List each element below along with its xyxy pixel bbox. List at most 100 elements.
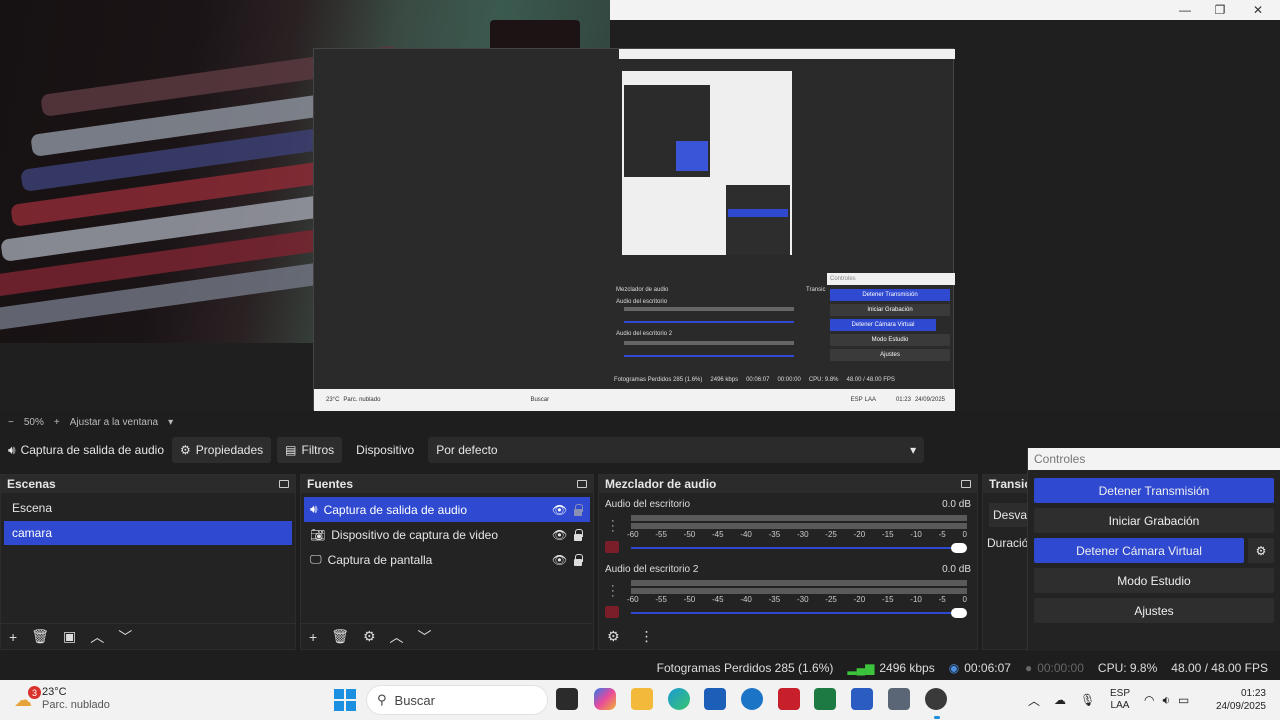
lock-icon[interactable] xyxy=(572,503,584,516)
volume-fader[interactable] xyxy=(631,543,967,553)
notification-badge: 3 xyxy=(28,686,41,699)
chevron-down-icon: ▾ xyxy=(910,443,917,457)
minimize-icon[interactable]: — xyxy=(1165,0,1205,20)
cloud-icon[interactable]: ☁ xyxy=(1054,693,1066,707)
obs-icon[interactable] xyxy=(925,688,947,710)
volume-meter xyxy=(631,588,967,594)
language-indicator[interactable]: ESP LAA xyxy=(1110,680,1130,720)
edge-icon[interactable] xyxy=(668,688,690,710)
gear-icon[interactable]: ⚙ xyxy=(363,628,376,645)
mixer-channel-2: Audio del escritorio 2 0.0 dB · · · -60 -55… xyxy=(605,564,971,624)
sources-title: Fuentes xyxy=(307,477,354,491)
eye-icon[interactable]: 👁︎ xyxy=(552,553,567,567)
fader-knob[interactable] xyxy=(951,543,967,553)
start-record-button[interactable]: Iniciar Grabación xyxy=(1034,508,1274,533)
kebab-icon[interactable]: ⋮ xyxy=(640,628,654,645)
settings-button[interactable]: Ajustes xyxy=(1034,598,1274,623)
scale-tick: -45 xyxy=(711,530,724,539)
properties-button[interactable]: ⚙ Propiedades xyxy=(172,437,272,463)
nested-status-fps: 48.00 / 48.00 FPS xyxy=(846,377,895,383)
filters-button[interactable]: ▤ Filtros xyxy=(277,437,343,463)
chevron-down-icon[interactable]: ▾ xyxy=(168,417,173,428)
word-icon[interactable] xyxy=(851,688,873,710)
windows-start-icon[interactable] xyxy=(334,689,356,711)
taskbar-search[interactable]: ⚲ Buscar xyxy=(366,685,548,715)
microphone-icon[interactable]: 🎙︎ xyxy=(1080,693,1095,707)
mute-toggle[interactable] xyxy=(605,541,619,553)
device-select[interactable]: Por defecto ▾ xyxy=(428,437,925,463)
device-label: Dispositivo xyxy=(356,443,415,457)
scale-tick: -60 xyxy=(627,530,639,539)
zoom-in-button[interactable]: + xyxy=(54,417,60,428)
restore-icon[interactable]: ❐ xyxy=(1200,0,1240,20)
trash-icon[interactable]: 🗑︎ xyxy=(331,628,349,645)
scene-item-selected[interactable]: camara xyxy=(4,521,292,545)
eye-icon[interactable]: 👁︎ xyxy=(552,503,567,517)
nested-status-time: 00:06:07 xyxy=(746,377,770,383)
popout-icon[interactable] xyxy=(961,480,971,488)
scene-item[interactable]: Escena xyxy=(4,496,292,520)
zoom-out-button[interactable]: − xyxy=(8,417,14,428)
active-app-indicator xyxy=(934,716,940,719)
volume-fader[interactable] xyxy=(631,608,967,618)
kebab-icon[interactable]: · · · xyxy=(611,581,615,602)
scale-tick: -40 xyxy=(740,595,752,604)
close-icon[interactable]: ✕ xyxy=(1238,0,1278,20)
scale-tick: -5 xyxy=(938,595,946,604)
mute-toggle[interactable] xyxy=(605,606,619,618)
store-icon[interactable] xyxy=(704,688,726,710)
weather-widget-icon[interactable]: ☁ 3 xyxy=(14,686,41,712)
clock[interactable]: 01:23 24/09/2025 xyxy=(1210,680,1266,720)
fader-knob[interactable] xyxy=(951,608,967,618)
lock-icon[interactable] xyxy=(572,553,584,566)
add-icon[interactable]: + xyxy=(9,629,17,645)
file-explorer-icon[interactable] xyxy=(631,688,653,710)
source-item-screen-capture[interactable]: 🖵︎ Captura de pantalla 👁︎ xyxy=(304,547,590,572)
transitions-title: Transic xyxy=(989,477,1032,491)
popout-icon[interactable] xyxy=(279,480,289,488)
chevron-up-icon[interactable]: ︿ xyxy=(1028,692,1040,709)
weather-text[interactable]: 23°C Parc. nublado xyxy=(42,686,110,712)
studio-mode-button[interactable]: Modo Estudio xyxy=(1034,568,1274,593)
lock-icon[interactable] xyxy=(572,528,584,541)
nested-ch2: Audio del escritorio 2 xyxy=(616,331,673,337)
mcafee-icon[interactable] xyxy=(778,688,800,710)
scale-tick: -30 xyxy=(796,595,809,604)
filter-icon[interactable]: ▣ xyxy=(63,628,76,645)
lang-code: ESP xyxy=(1110,688,1131,699)
broadcast-icon: ◉ xyxy=(948,661,960,675)
scale-tick: -50 xyxy=(683,530,696,539)
popout-icon[interactable] xyxy=(577,480,587,488)
nested-temp: 23°C xyxy=(326,397,340,403)
calculator-icon[interactable] xyxy=(888,688,910,710)
stop-stream-button[interactable]: Detener Transmisión xyxy=(1034,478,1274,503)
virtual-camera-settings-button[interactable]: ⚙ xyxy=(1248,538,1274,563)
nested-transitions-title: Transic xyxy=(806,287,826,293)
move-down-icon[interactable]: ﹀ xyxy=(418,627,432,647)
system-tray: ︿ ☁ 🎙︎ xyxy=(1028,680,1095,720)
fit-window-option[interactable]: Ajustar a la ventana xyxy=(70,417,158,428)
gear-icon[interactable]: ⚙ xyxy=(607,628,620,645)
excel-icon[interactable] xyxy=(814,688,836,710)
add-icon[interactable]: + xyxy=(309,629,317,645)
source-item-video-capture[interactable]: 📷︎ Dispositivo de captura de video 👁︎ xyxy=(304,522,590,547)
kebab-icon[interactable]: · · · xyxy=(611,516,615,537)
nested-fader-1 xyxy=(624,321,794,323)
nested-studio: Modo Estudio xyxy=(830,334,950,346)
cpu-usage: CPU: 9.8% xyxy=(1097,661,1158,675)
trash-icon[interactable]: 🗑︎ xyxy=(31,628,49,645)
program-preview[interactable]: — ❐ ✕ Mezclador de audio Transic Audio d… xyxy=(0,0,1280,412)
task-view-icon[interactable] xyxy=(556,688,578,710)
copilot-icon[interactable] xyxy=(594,688,616,710)
source-item-audio-output[interactable]: 🔊︎ Captura de salida de audio 👁︎ xyxy=(304,497,590,522)
eye-icon[interactable]: 👁︎ xyxy=(552,528,567,542)
dell-icon[interactable] xyxy=(741,688,763,710)
move-up-icon[interactable]: ︿ xyxy=(90,627,104,647)
move-up-icon[interactable]: ︿ xyxy=(390,627,404,647)
move-down-icon[interactable]: ﹀ xyxy=(118,627,132,647)
source-item-label: Captura de salida de audio xyxy=(323,502,467,517)
quick-settings[interactable]: ◠ 🔉︎ ▭ xyxy=(1144,680,1189,720)
stop-virtual-camera-button[interactable]: Detener Cámara Virtual xyxy=(1034,538,1244,563)
device-value: Por defecto xyxy=(436,443,498,457)
scale-tick: 0 xyxy=(962,595,967,604)
